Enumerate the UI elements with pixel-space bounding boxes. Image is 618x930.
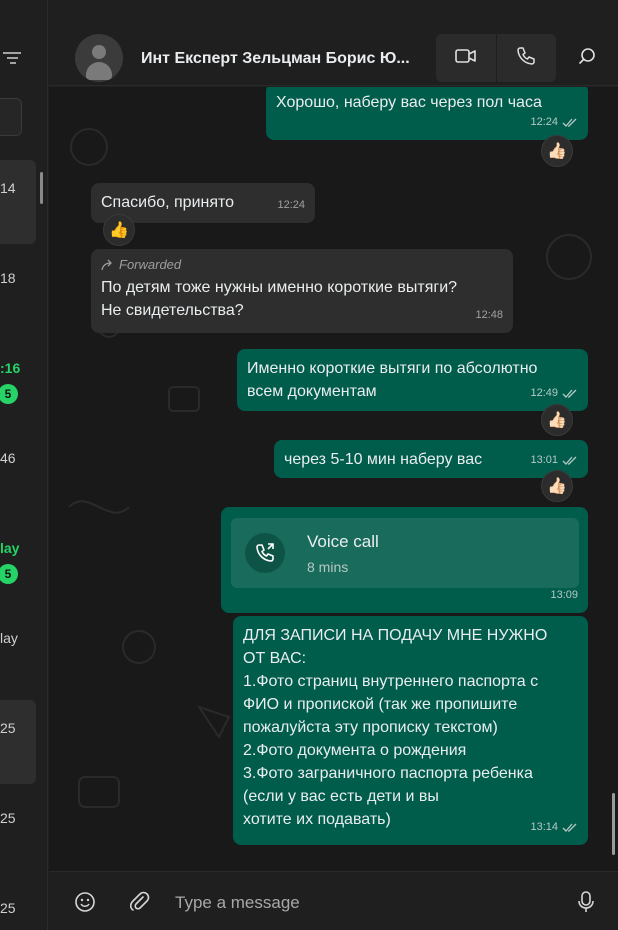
chat-list-item-time: 14 [0,180,16,196]
chat-list-item-time: lay [0,630,18,646]
message-text-line: ОТ ВАС: [243,650,307,667]
chat-list-item[interactable]: 25 [0,880,40,930]
reaction-badge[interactable]: 👍🏻 [541,404,573,436]
chat-scrollbar[interactable] [612,793,615,855]
message-text: Хорошо, наберу вас через пол часа [276,94,542,111]
message-meta: 12:49 [530,382,578,405]
search-icon [578,47,596,70]
message-time: 13:09 [550,589,578,601]
message-text-line: По детям тоже нужны именно короткие вытя… [101,279,458,296]
contact-name[interactable]: Инт Експерт Зельцман Борис Ю... [141,50,410,68]
message-meta: 13:01 [530,449,578,472]
message-bubble-incoming[interactable]: Forwarded По детям тоже нужны именно кор… [91,249,513,333]
read-receipt-icon [562,118,577,127]
voice-call-title: Voice call [307,532,379,551]
message-text-line: Не свидетельства? [101,302,244,319]
message-text-line: хотите их подавать) [243,811,391,828]
chat-list-item-time: :16 [0,360,21,376]
message-bubble-outgoing[interactable]: ДЛЯ ЗАПИСИ НА ПОДАЧУ МНЕ НУЖНО ОТ ВАС: 1… [233,616,588,845]
message-meta: 13:14 [530,816,578,839]
read-receipt-icon [562,823,577,832]
chat-list-item-time: lay [0,540,20,556]
message-text-line: Именно короткие вытяги по абсолютно [247,360,538,377]
message-text-line: ДЛЯ ЗАПИСИ НА ПОДАЧУ МНЕ НУЖНО [243,627,548,644]
unread-badge: 5 [0,384,18,404]
message-meta: 13:09 [550,584,578,607]
chat-list-item-time: 25 [0,720,16,736]
message-time: 12:49 [530,387,558,399]
chat-list-item[interactable]: 46 [0,430,40,514]
forwarded-label: Forwarded [101,256,503,274]
forward-icon [101,259,112,271]
video-call-icon [454,48,477,69]
chat-list-item[interactable]: 18 [0,250,40,334]
message-meta: 12:48 [475,304,503,327]
chat-list-item-time: 46 [0,450,16,466]
message-time: 12:24 [277,199,305,211]
message-meta: 12:24 [277,194,305,217]
message-input[interactable] [175,890,555,916]
chat-list-item[interactable]: 25 [0,790,40,874]
voice-call-icon [516,46,536,71]
video-call-button[interactable] [436,34,496,82]
paperclip-icon [129,891,150,911]
chat-search-input[interactable] [0,98,22,136]
message-time: 13:01 [530,454,558,466]
message-bubble-outgoing[interactable]: Хорошо, наберу вас через пол часа 12:24 [266,87,588,140]
reaction-badge[interactable]: 👍🏻 [541,135,573,167]
search-button[interactable] [575,46,599,70]
message-composer [49,871,618,930]
message-text-line: 1.Фото страниц внутреннего паспорта с [243,673,539,690]
chat-list-item[interactable]: 25 [0,700,36,784]
message-meta: 12:24 [530,111,578,134]
message-text-line: всем документам [247,383,377,400]
voice-message-button[interactable] [574,890,598,914]
message-bubble-outgoing[interactable]: через 5-10 мин наберу вас 13:01 [274,440,588,478]
chat-list-item[interactable]: lay [0,610,40,694]
chat-header: Инт Експерт Зельцман Борис Ю... [49,0,618,86]
message-bubble-outgoing[interactable]: Именно короткие вытяги по абсолютно всем… [237,349,588,411]
contact-avatar[interactable] [75,34,123,82]
unread-badge: 5 [0,564,18,584]
attach-button[interactable] [127,890,151,914]
message-text-line: 2.Фото документа о рождения [243,742,467,759]
message-time: 13:14 [530,821,558,833]
message-time: 12:48 [475,309,503,321]
message-text-line: 3.Фото заграничного паспорта ребенка [243,765,533,782]
reaction-badge[interactable]: 👍 [103,214,135,246]
chat-list-item[interactable]: 14 [0,160,36,244]
emoji-button[interactable] [73,890,97,914]
emoji-icon [75,892,95,912]
filter-icon[interactable] [2,48,22,68]
message-time: 12:24 [530,116,558,128]
read-receipt-icon [562,389,577,398]
call-button-group [436,34,556,82]
message-list[interactable]: Хорошо, наберу вас через пол часа 12:24 … [49,87,618,871]
message-text: через 5-10 мин наберу вас [284,451,483,468]
chat-list-item-time: 25 [0,900,16,916]
voice-call-duration: 8 mins [307,559,349,575]
voice-call-card[interactable]: Voice call 8 mins [231,518,579,588]
message-text-line: (если у вас есть дети и вы [243,788,439,805]
chat-list-item[interactable]: lay 5 [0,520,40,604]
voice-call-outgoing-icon [245,533,285,573]
chat-list-item-time: 18 [0,270,16,286]
voice-call-message[interactable]: Voice call 8 mins 13:09 [221,507,588,613]
message-text: Спасибо, принято [101,194,235,211]
read-receipt-icon [562,456,577,465]
chat-list-item[interactable]: :16 5 [0,340,40,424]
voice-call-button[interactable] [496,34,556,82]
message-text-line: пожалуйста эту прописку текстом) [243,719,498,736]
sidebar-scrollbar[interactable] [40,172,43,204]
chat-list-sidebar: 14 18 :16 5 46 lay 5 lay 25 25 25 [0,0,48,930]
message-text-line: ФИО и пропиской (так же пропишите [243,696,518,713]
chat-list-item-time: 25 [0,810,16,826]
microphone-icon [578,891,594,912]
reaction-badge[interactable]: 👍🏻 [541,470,573,502]
